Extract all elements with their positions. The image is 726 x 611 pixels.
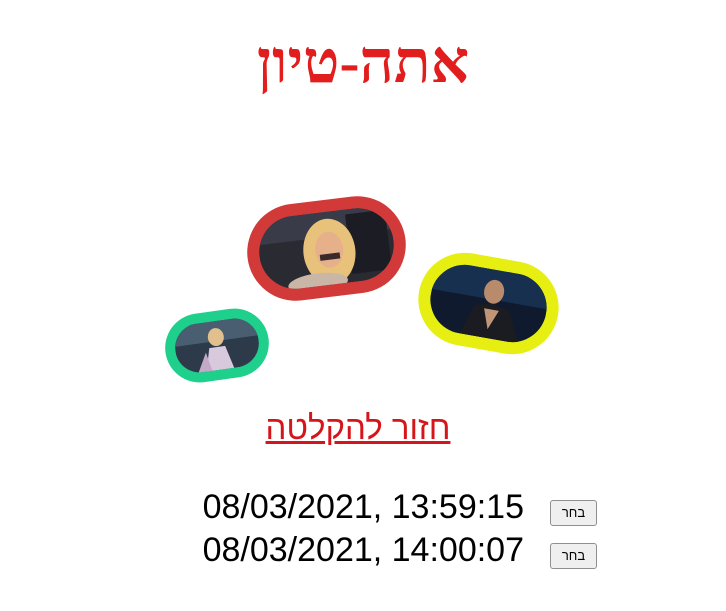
choose-button[interactable]: בחר: [550, 543, 597, 569]
performer-photo-1: [241, 190, 412, 307]
performer-image-1: [255, 204, 398, 293]
performer-image-2: [424, 259, 553, 348]
recording-timestamp: 08/03/2021, 13:59:15: [202, 488, 524, 526]
recording-row: 08/03/2021, 13:59:15 בחר: [160, 485, 610, 529]
recording-row: 08/03/2021, 14:00:07 בחר: [160, 528, 610, 572]
recording-timestamp: 08/03/2021, 14:00:07: [202, 531, 524, 569]
choose-button[interactable]: בחר: [550, 500, 597, 526]
performer-image-3: [171, 315, 263, 376]
performer-photo-2: [410, 245, 567, 362]
performer-photo-3: [160, 304, 274, 387]
page-title: אתה-טיון: [256, 29, 470, 95]
back-to-recording-link[interactable]: חזור להקלטה: [0, 405, 716, 451]
